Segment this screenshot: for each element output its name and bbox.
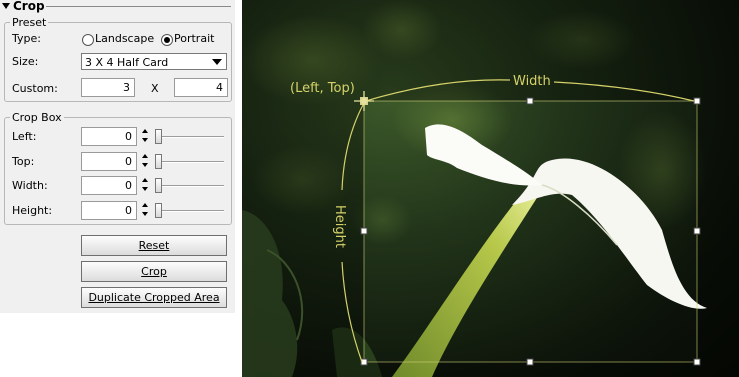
crop-handle-mid-right[interactable]	[693, 227, 701, 235]
crop-handle-mid-left[interactable]	[360, 227, 368, 235]
spin-up-icon[interactable]	[142, 154, 148, 158]
width-guide-label: Width	[513, 74, 551, 89]
width-spinner[interactable]	[140, 176, 151, 195]
height-slider[interactable]	[155, 201, 224, 220]
width-slider[interactable]	[155, 176, 224, 195]
size-select[interactable]: 3 X 4 Half Card	[81, 53, 227, 70]
top-slider[interactable]	[155, 152, 224, 171]
spin-up-icon[interactable]	[142, 178, 148, 182]
slider-thumb[interactable]	[155, 178, 162, 193]
crop-handle-bottom-mid[interactable]	[526, 358, 534, 366]
reset-button[interactable]: Reset	[81, 235, 227, 256]
spin-down-icon[interactable]	[142, 138, 148, 142]
top-spinner[interactable]	[140, 152, 151, 171]
height-guide-label: Height	[332, 205, 347, 248]
crop-panel: Crop Preset Type: Landscape Portrait Siz…	[0, 0, 235, 313]
left-top-label: (Left, Top)	[290, 81, 355, 96]
top-label: Top:	[12, 155, 35, 168]
left-slider[interactable]	[155, 127, 224, 146]
custom-width-field[interactable]: 3	[81, 78, 135, 97]
size-label: Size:	[12, 55, 39, 68]
slider-track	[155, 185, 224, 187]
landscape-label[interactable]: Landscape	[95, 32, 154, 45]
collapse-arrow-icon[interactable]	[2, 3, 10, 9]
landscape-radio[interactable]	[82, 34, 94, 46]
photo-svg: (Left, Top) Width Height	[242, 0, 739, 377]
size-select-value: 3 X 4 Half Card	[85, 56, 169, 69]
slider-track	[155, 136, 224, 138]
photo-canvas[interactable]: (Left, Top) Width Height	[242, 0, 739, 377]
width-label: Width:	[12, 179, 48, 192]
type-label: Type:	[12, 32, 41, 45]
dropdown-arrow-icon[interactable]	[212, 59, 222, 65]
top-field[interactable]: 0	[81, 152, 137, 171]
left-label: Left:	[12, 130, 37, 143]
portrait-radio[interactable]	[161, 34, 173, 46]
crop-handle-bottom-right[interactable]	[693, 358, 701, 366]
reset-button-label: Reset	[138, 239, 170, 252]
left-field[interactable]: 0	[81, 127, 137, 146]
crop-handle-top-right[interactable]	[693, 97, 701, 105]
height-label: Height:	[12, 204, 53, 217]
custom-label: Custom:	[12, 82, 58, 95]
crop-handle-top-mid[interactable]	[526, 97, 534, 105]
duplicate-cropped-area-button[interactable]: Duplicate Cropped Area	[81, 287, 227, 308]
preset-legend: Preset	[12, 16, 47, 29]
crop-panel-header[interactable]: Crop	[0, 0, 235, 14]
custom-separator: X	[151, 82, 159, 95]
slider-thumb[interactable]	[155, 203, 162, 218]
crop-button[interactable]: Crop	[81, 261, 227, 282]
height-spinner[interactable]	[140, 201, 151, 220]
header-divider	[46, 6, 231, 7]
spin-down-icon[interactable]	[142, 212, 148, 216]
panel-title: Crop	[13, 0, 45, 13]
spin-up-icon[interactable]	[142, 129, 148, 133]
width-field[interactable]: 0	[81, 176, 137, 195]
crop-box-legend: Crop Box	[12, 111, 62, 124]
height-field[interactable]: 0	[81, 201, 137, 220]
crop-button-label: Crop	[141, 265, 167, 278]
spin-up-icon[interactable]	[142, 203, 148, 207]
slider-thumb[interactable]	[155, 129, 162, 144]
slider-thumb[interactable]	[155, 154, 162, 169]
spin-down-icon[interactable]	[142, 163, 148, 167]
slider-track	[155, 210, 224, 212]
custom-height-field[interactable]: 4	[174, 78, 228, 97]
left-spinner[interactable]	[140, 127, 151, 146]
spin-down-icon[interactable]	[142, 187, 148, 191]
portrait-label[interactable]: Portrait	[174, 32, 214, 45]
duplicate-button-label: Duplicate Cropped Area	[88, 291, 220, 304]
slider-track	[155, 161, 224, 163]
